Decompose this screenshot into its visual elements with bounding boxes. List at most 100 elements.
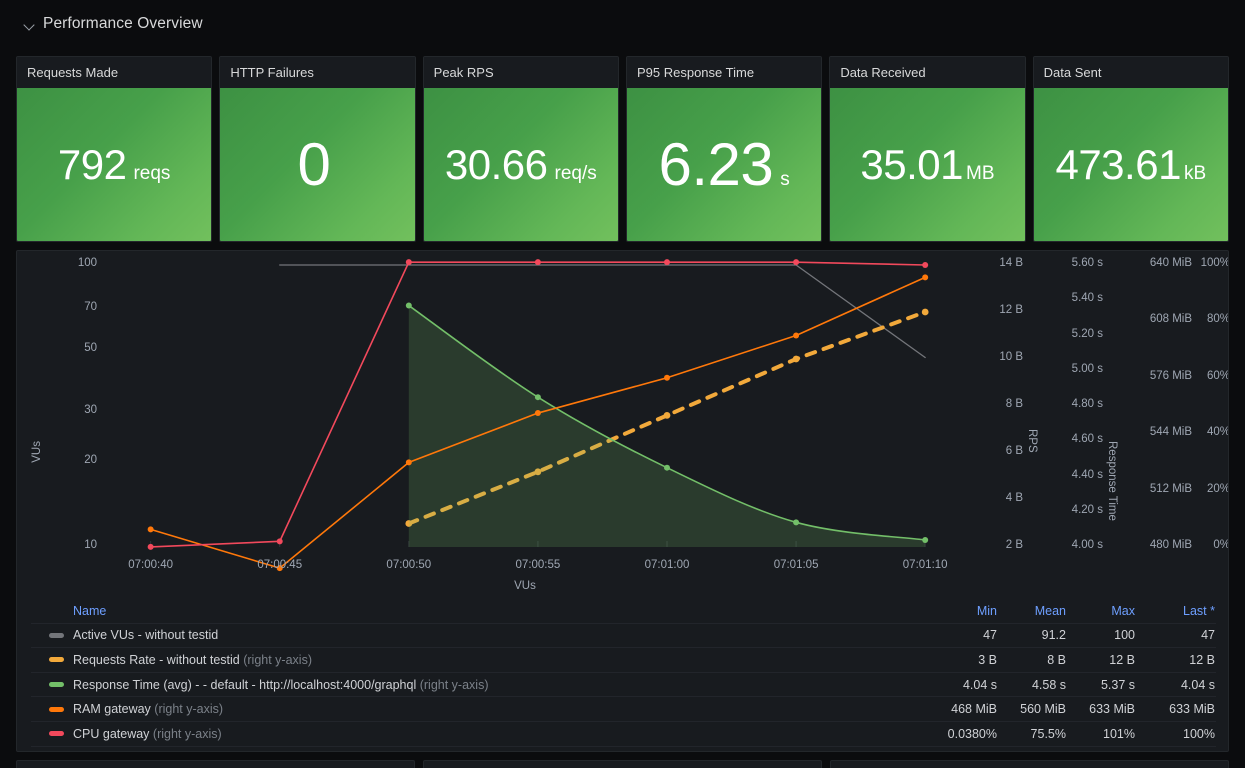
legend-row[interactable]: RAM gateway (right y-axis) 468 MiB 560 MiB… [31,697,1216,722]
legend-row[interactable]: Response Time (avg) - - default - http:/… [31,673,1216,698]
y-axis-tick-right: 0% [1213,539,1229,551]
legend-swatch-cell[interactable] [31,657,73,663]
y-axis-title-vus: VUs [31,441,43,463]
stat-unit: kB [1183,162,1207,184]
legend-column-mean[interactable]: Mean [998,604,1067,618]
y-axis-title-rps: RPS [1026,429,1038,453]
legend-column-last[interactable]: Last * [1136,604,1216,618]
legend-series-name[interactable]: Requests Rate - without testid (right y-… [73,653,929,667]
stat-panel-body: 6.23 s [626,88,822,241]
legend-row[interactable]: CPU gateway (right y-axis) 0.0380% 75.5% 10… [31,722,1216,747]
legend-swatch-cell[interactable] [31,706,73,712]
legend-color-swatch[interactable] [49,682,64,688]
legend-column-min[interactable]: Min [929,604,998,618]
y-axis-tick-right: 5.20 s [1071,327,1103,340]
legend-value-last: 47 [1201,628,1215,643]
series-point [922,274,929,281]
series-point [793,259,800,266]
y-axis-tick-right: 14 B [999,257,1023,269]
next-panel[interactable] [830,760,1229,768]
stat-panel-peak-rps[interactable]: Peak RPS 30.66 req/s [422,56,619,242]
stat-panel-title: Peak RPS [423,57,618,88]
legend-value-max: 633 MiB [1089,702,1135,717]
y-axis-tick-right: 2 B [1005,539,1023,551]
stat-panel-data-received[interactable]: Data Received 35.01 MB [829,56,1026,242]
next-panel[interactable] [423,760,822,768]
legend-color-swatch[interactable] [49,657,64,663]
series-point [793,332,800,339]
legend-body: Active VUs - without testid 47 91.2 100 47 Re… [31,624,1216,747]
row-title: Performance Overview [43,15,203,32]
series-point [921,308,929,316]
stat-panel-http-failures[interactable]: HTTP Failures 0 [219,56,416,242]
next-panel[interactable] [16,760,415,768]
y-axis-tick-right: 4 B [1005,492,1023,504]
stat-panel-body: 30.66 req/s [423,88,618,241]
y-axis-title-response-time: Response Time [1106,441,1118,521]
series-line [279,264,926,359]
legend-axis-note: (right y-axis) [239,652,312,667]
y-axis-tick-right: 12 B [999,304,1023,316]
row-header-performance-overview[interactable]: Performance Overview [0,0,1245,34]
stat-unit: req/s [554,162,597,184]
stat-panel-requests-made[interactable]: Requests Made 792 reqs [16,56,213,242]
x-axis-tick: 07:01:05 [773,559,819,571]
legend-value-max: 12 B [1109,652,1135,667]
y-axis-tick-left: 50 [84,341,97,354]
legend-row[interactable]: Requests Rate - without testid (right y-… [31,648,1216,673]
x-axis-tick: 07:00:45 [257,559,303,571]
legend-value-mean: 75.5% [1030,726,1066,741]
legend-color-swatch[interactable] [49,731,64,737]
timeseries-panel[interactable]: 100 70 50 30 20 10 VUs 14 B 12 B 10 B 8 B 6 B 4 B 2 B… [16,250,1229,752]
stat-value: 30.66 [444,140,548,188]
y-axis-tick-right: 8 B [1005,398,1023,410]
legend-value-last: 12 B [1189,652,1215,667]
chevron-down-icon[interactable] [24,18,36,30]
series-point [922,262,929,268]
legend-series-name[interactable]: RAM gateway (right y-axis) [73,702,929,716]
y-axis-tick-left: 70 [84,300,97,313]
legend-value-min: 468 MiB [951,702,997,717]
legend-series-name[interactable]: CPU gateway (right y-axis) [73,727,929,741]
y-axis-tick-left: 20 [84,454,97,467]
y-axis-tick-left: 30 [84,404,97,417]
y-axis-tick-right: 100% [1200,257,1229,269]
y-axis-tick-right: 5.00 s [1071,362,1103,375]
y-axis-tick-right: 6 B [1005,445,1023,457]
x-axis-title: VUs [514,580,536,592]
stat-panel-title: HTTP Failures [220,57,415,88]
legend-column-name[interactable]: Name [73,604,929,618]
stat-unit: MB [966,162,995,184]
legend-color-swatch[interactable] [49,632,64,638]
y-axis-tick-right: 5.40 s [1071,292,1103,305]
legend-column-max[interactable]: Max [1067,604,1136,618]
stat-panel-body: 35.01 MB [830,88,1025,241]
stat-panel-body: 0 [220,88,415,241]
legend-color-swatch[interactable] [49,706,64,712]
stat-value: 35.01 [860,140,964,188]
legend-series-name[interactable]: Response Time (avg) - - default - http:/… [73,678,929,692]
stat-panel-body: 792 reqs [17,88,212,241]
y-axis-tick-right: 40% [1206,426,1229,439]
legend-row[interactable]: Active VUs - without testid 47 91.2 100 47 [31,624,1216,649]
legend-axis-note: (right y-axis) [416,677,489,692]
stat-panel-p95-response-time[interactable]: P95 Response Time 6.23 s [625,56,823,242]
series-point [664,259,670,266]
series-point [405,259,412,266]
legend-value-max: 101% [1103,726,1135,741]
legend-value-mean: 91.2 [1041,628,1066,643]
series-point [664,374,670,381]
legend-swatch-cell[interactable] [31,682,73,688]
series-point [534,259,541,266]
stat-panel-data-sent[interactable]: Data Sent 473.61 kB [1032,56,1229,242]
legend-series-name[interactable]: Active VUs - without testid [73,628,929,642]
series-point [534,410,541,417]
legend-swatch-cell[interactable] [31,632,73,638]
legend-value-min: 3 B [978,652,997,667]
stat-unit: s [780,168,790,190]
legend-axis-note: (right y-axis) [149,726,222,741]
legend-axis-note: (right y-axis) [150,702,224,717]
stat-panel-title: Data Received [830,57,1025,88]
legend-swatch-cell[interactable] [31,731,73,737]
stat-panel-title: Data Sent [1033,57,1228,88]
